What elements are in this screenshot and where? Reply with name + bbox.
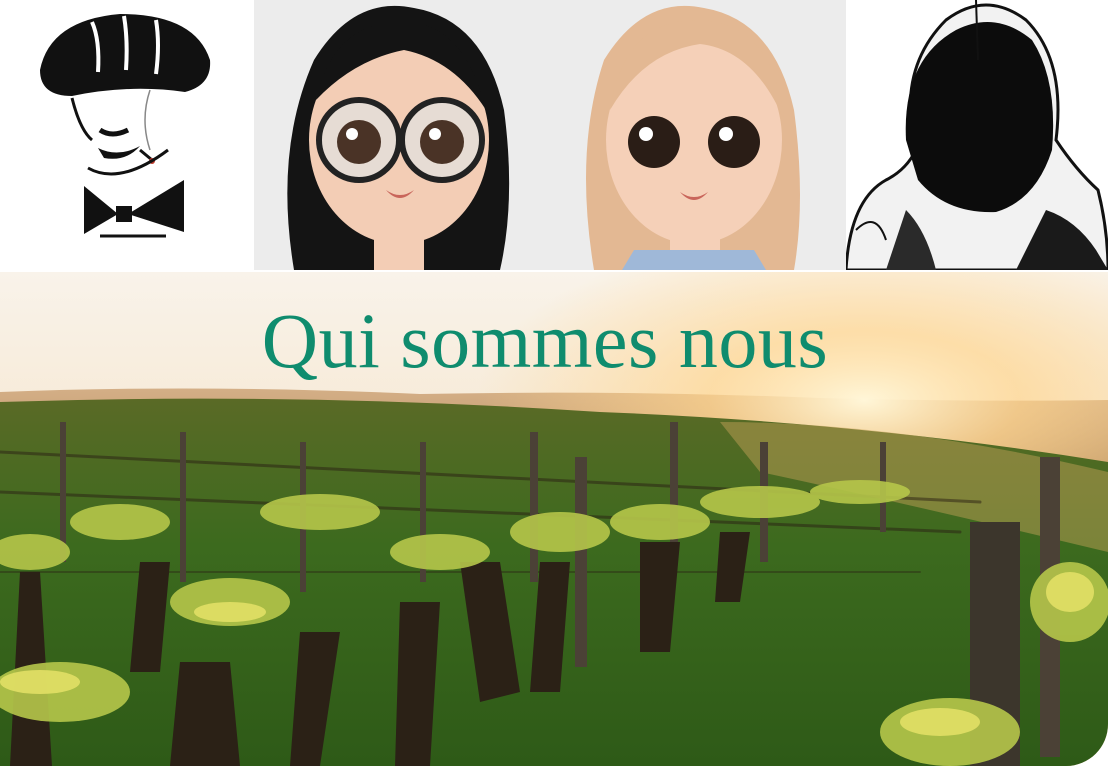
man-flat-cap-icon <box>0 0 254 270</box>
portrait-row <box>0 0 1108 272</box>
banner: Qui sommes nous <box>0 272 1108 766</box>
portrait-hooded-figure <box>846 0 1108 270</box>
portrait-dolls <box>254 0 846 270</box>
portrait-man-cap <box>0 0 254 270</box>
page-title: Qui sommes nous <box>261 297 829 384</box>
hooded-figure-icon <box>846 0 1108 270</box>
dolls-illustration-icon <box>254 0 846 270</box>
